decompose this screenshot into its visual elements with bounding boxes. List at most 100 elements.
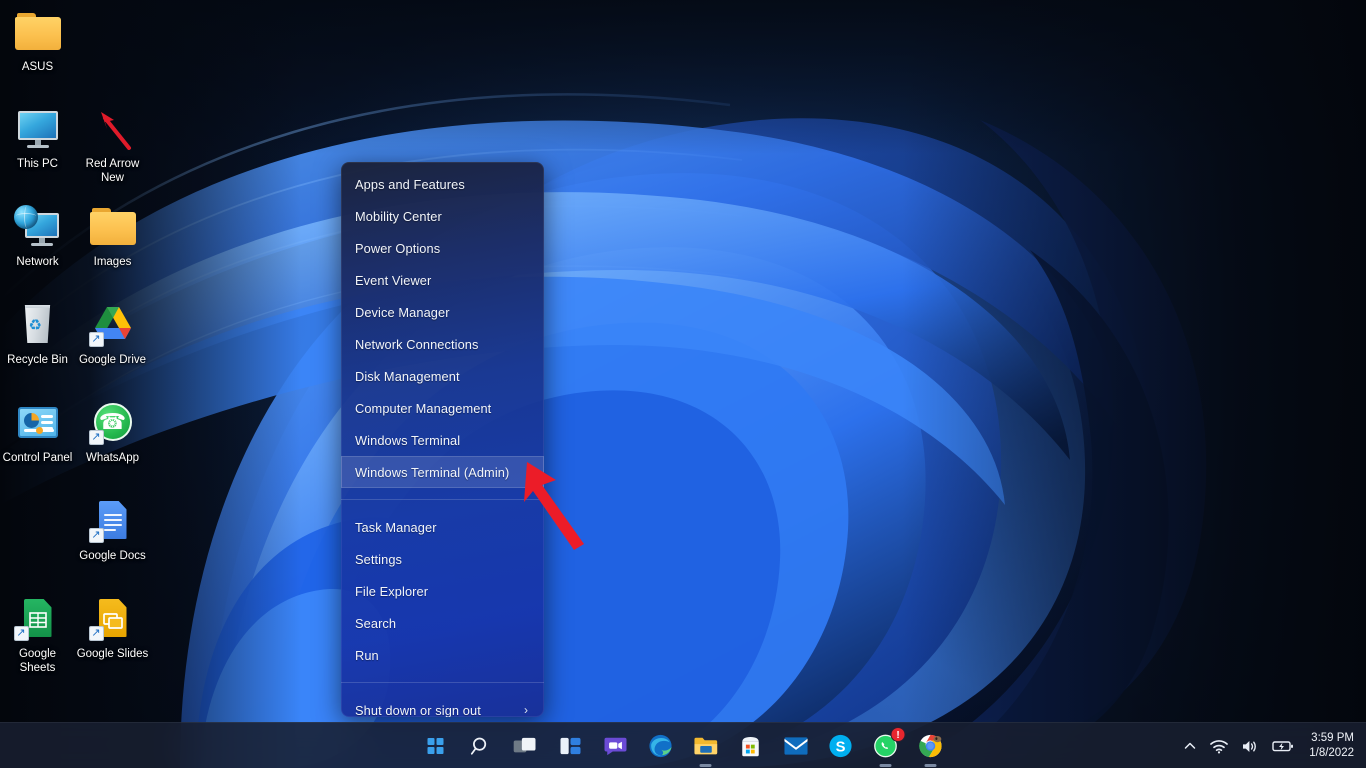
desktop-icon-whatsapp[interactable]: ☎ ↗ WhatsApp: [75, 399, 150, 466]
running-indicator: [925, 764, 937, 767]
shortcut-overlay-icon: ↗: [89, 528, 104, 543]
control-panel-icon: [14, 399, 62, 447]
win-x-power-user-menu[interactable]: Apps and Features Mobility Center Power …: [341, 162, 544, 717]
running-indicator: [880, 764, 892, 767]
network-button[interactable]: [1210, 739, 1228, 754]
folder-icon: [89, 203, 137, 251]
menu-item-search[interactable]: Search: [341, 607, 544, 639]
menu-item-label: Shut down or sign out: [355, 703, 481, 718]
menu-item-shut-down-or-sign-out[interactable]: Shut down or sign out ›: [341, 694, 544, 717]
desktop-icon-asus[interactable]: ASUS: [0, 8, 75, 75]
file-explorer-button[interactable]: [692, 732, 720, 760]
shortcut-overlay-icon: ↗: [89, 430, 104, 445]
store-icon: [740, 735, 762, 758]
edge-button[interactable]: [647, 732, 675, 760]
desktop-wallpaper: [0, 0, 1366, 768]
show-hidden-icons-button[interactable]: [1183, 739, 1197, 753]
google-docs-icon: ↗: [89, 497, 137, 545]
desktop-icon-control-panel[interactable]: Control Panel: [0, 399, 75, 466]
volume-icon: [1241, 739, 1259, 754]
chevron-up-icon: [1183, 739, 1197, 753]
menu-item-disk-management[interactable]: Disk Management: [341, 360, 544, 392]
whatsapp-icon: ☎ ↗: [89, 399, 137, 447]
widgets-button[interactable]: [557, 732, 585, 760]
menu-item-settings[interactable]: Settings: [341, 543, 544, 575]
network-icon: [14, 203, 62, 251]
menu-item-run[interactable]: Run: [341, 639, 544, 671]
search-icon: [470, 735, 492, 757]
menu-item-apps-and-features[interactable]: Apps and Features: [341, 168, 544, 200]
menu-item-device-manager[interactable]: Device Manager: [341, 296, 544, 328]
widgets-icon: [560, 736, 582, 756]
clock[interactable]: 3:59 PM 1/8/2022: [1307, 731, 1358, 761]
menu-item-windows-terminal-admin[interactable]: Windows Terminal (Admin): [341, 456, 544, 488]
desktop-icon-google-docs[interactable]: ↗ Google Docs: [75, 497, 150, 564]
recycle-bin-icon: ♻: [14, 301, 62, 349]
menu-group-tools: Task Manager Settings File Explorer Sear…: [341, 505, 544, 677]
menu-item-file-explorer[interactable]: File Explorer: [341, 575, 544, 607]
volume-button[interactable]: [1241, 739, 1259, 754]
chat-button[interactable]: [602, 732, 630, 760]
file-explorer-icon: [693, 735, 718, 757]
clock-time: 3:59 PM: [1309, 731, 1354, 746]
desktop-icon-this-pc[interactable]: This PC: [0, 105, 75, 172]
desktop-icon-network[interactable]: Network: [0, 203, 75, 270]
chrome-button[interactable]: [917, 732, 945, 760]
shortcut-overlay-icon: ↗: [14, 626, 29, 641]
taskbar-center-group: S !: [422, 723, 945, 768]
svg-text:S: S: [836, 740, 846, 756]
menu-item-event-viewer[interactable]: Event Viewer: [341, 264, 544, 296]
menu-item-label: Event Viewer: [355, 273, 431, 288]
taskbar: S !: [0, 722, 1366, 768]
battery-charging-icon: [1272, 739, 1294, 753]
menu-item-mobility-center[interactable]: Mobility Center: [341, 200, 544, 232]
menu-separator: [341, 682, 544, 683]
notification-badge: !: [891, 727, 906, 742]
desktop-icon-google-slides[interactable]: ↗ Google Slides: [75, 595, 150, 662]
desktop-icon-label: This PC: [0, 158, 75, 172]
start-button[interactable]: [422, 732, 450, 760]
chevron-right-icon: ›: [524, 703, 528, 717]
edge-icon: [649, 734, 673, 758]
menu-item-label: Windows Terminal (Admin): [355, 465, 509, 480]
mail-icon: [783, 736, 808, 756]
chrome-icon: [919, 734, 943, 758]
task-view-button[interactable]: [512, 732, 540, 760]
google-drive-icon: ↗: [89, 301, 137, 349]
desktop-icon-red-arrow-new[interactable]: Red Arrow New: [75, 105, 150, 185]
menu-item-network-connections[interactable]: Network Connections: [341, 328, 544, 360]
desktop-icon-google-sheets[interactable]: ↗ Google Sheets: [0, 595, 75, 675]
desktop-icon-label: Google Slides: [75, 648, 150, 662]
desktop-icon-label: Network: [0, 256, 75, 270]
menu-item-label: Task Manager: [355, 520, 437, 535]
system-tray: 3:59 PM 1/8/2022: [1183, 723, 1358, 768]
task-view-icon: [514, 736, 538, 756]
skype-button[interactable]: S: [827, 732, 855, 760]
store-button[interactable]: [737, 732, 765, 760]
windows-logo-icon: [427, 738, 444, 755]
menu-group-session: Shut down or sign out › Desktop: [341, 688, 544, 717]
mail-button[interactable]: [782, 732, 810, 760]
menu-separator: [341, 499, 544, 500]
folder-icon: [14, 8, 62, 56]
shortcut-overlay-icon: ↗: [89, 626, 104, 641]
menu-item-label: Computer Management: [355, 401, 491, 416]
menu-item-windows-terminal[interactable]: Windows Terminal: [341, 424, 544, 456]
desktop-icon-images[interactable]: Images: [75, 203, 150, 270]
desktop-screen: ASUS This PC Red Arrow New: [0, 0, 1366, 768]
menu-item-label: Settings: [355, 552, 402, 567]
desktop-icon-google-drive[interactable]: ↗ Google Drive: [75, 301, 150, 368]
menu-item-power-options[interactable]: Power Options: [341, 232, 544, 264]
desktop-icon-recycle-bin[interactable]: ♻ Recycle Bin: [0, 301, 75, 368]
menu-item-computer-management[interactable]: Computer Management: [341, 392, 544, 424]
search-button[interactable]: [467, 732, 495, 760]
menu-item-task-manager[interactable]: Task Manager: [341, 511, 544, 543]
desktop-icon-label: Google Drive: [75, 354, 150, 368]
battery-button[interactable]: [1272, 739, 1294, 753]
google-slides-icon: ↗: [89, 595, 137, 643]
desktop-icon-label: Control Panel: [0, 452, 75, 466]
menu-item-label: Windows Terminal: [355, 433, 460, 448]
whatsapp-button[interactable]: !: [872, 732, 900, 760]
desktop-icon-label: Images: [75, 256, 150, 270]
clock-date: 1/8/2022: [1309, 746, 1354, 761]
